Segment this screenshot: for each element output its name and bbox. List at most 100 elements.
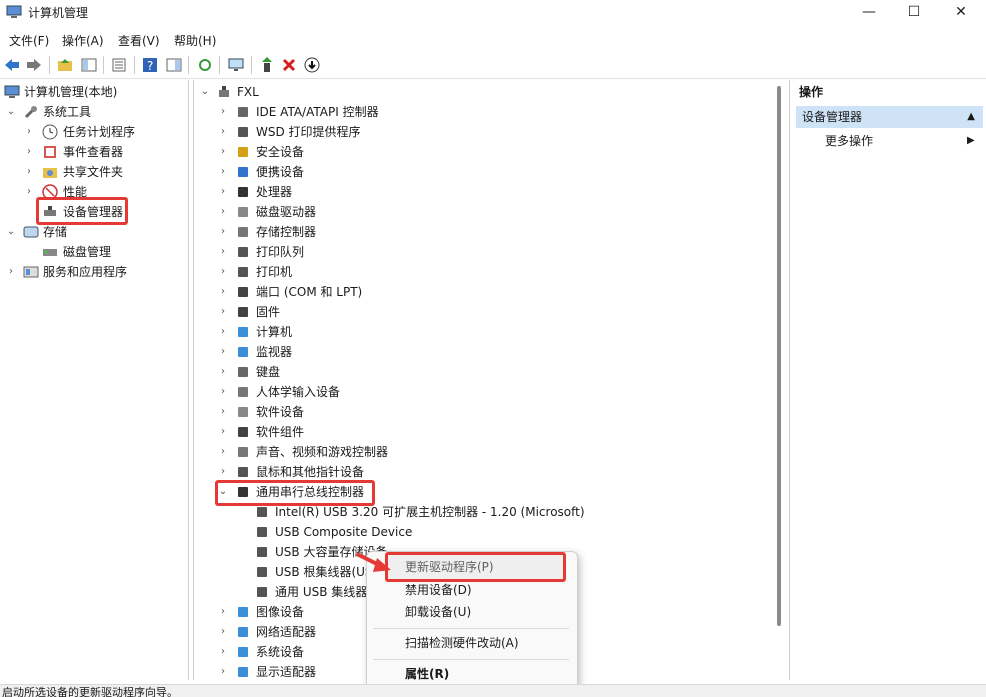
chevron-right-icon[interactable]: ›	[218, 622, 228, 642]
menu-view[interactable]: 查看(V)	[118, 32, 160, 49]
tree-item-device-category[interactable]: › IDE ATA/ATAPI 控制器	[194, 102, 774, 122]
chevron-down-icon[interactable]: ⌄	[6, 222, 16, 242]
tree-item-usb-controllers[interactable]: ⌄ 通用串行总线控制器	[194, 482, 774, 502]
tree-label: 安全设备	[256, 145, 305, 159]
show-hide-tree-icon[interactable]	[80, 56, 98, 74]
tree-item-device-category[interactable]: › 打印队列	[194, 242, 774, 262]
tree-item-device-category[interactable]: › 监视器	[194, 342, 774, 362]
chevron-right-icon[interactable]: ›	[24, 142, 34, 162]
tree-item-event-viewer[interactable]: › 事件查看器	[0, 142, 188, 162]
chevron-right-icon[interactable]: ›	[218, 662, 228, 682]
collapse-up-icon[interactable]: ▲	[967, 106, 975, 128]
chevron-right-icon[interactable]: ›	[218, 242, 228, 262]
tree-item-task-scheduler[interactable]: › 任务计划程序	[0, 122, 188, 142]
tree-item-device-category[interactable]: › 软件组件	[194, 422, 774, 442]
chevron-right-icon[interactable]: ›	[24, 162, 34, 182]
tree-item-device-category[interactable]: › 键盘	[194, 362, 774, 382]
tree-item-device-category[interactable]: › 软件设备	[194, 402, 774, 422]
tree-item-usb-device[interactable]: Intel(R) USB 3.20 可扩展主机控制器 - 1.20 (Micro…	[194, 502, 774, 522]
more-actions[interactable]: 更多操作	[825, 131, 975, 151]
show-hide-action-pane-icon[interactable]	[165, 56, 183, 74]
menu-properties[interactable]: 属性(R)	[405, 664, 449, 684]
chevron-right-icon[interactable]: ›	[218, 122, 228, 142]
chevron-right-icon[interactable]: ›	[6, 262, 16, 282]
shared-folder-icon	[42, 164, 58, 180]
tree-item-device-category[interactable]: › 安全设备	[194, 142, 774, 162]
close-button[interactable]: ✕	[938, 0, 984, 26]
chevron-right-icon[interactable]: ›	[218, 462, 228, 482]
up-folder-icon[interactable]	[56, 56, 74, 74]
toolbar-divider	[188, 56, 189, 74]
chevron-right-icon[interactable]: ›	[218, 162, 228, 182]
maximize-button[interactable]: ☐	[891, 0, 937, 26]
chevron-right-icon[interactable]: ›	[218, 302, 228, 322]
tree-label: 系统设备	[256, 645, 305, 659]
chevron-right-icon[interactable]: ›	[218, 262, 228, 282]
tree-label: 打印队列	[256, 245, 305, 259]
minimize-button[interactable]: —	[846, 0, 892, 26]
chevron-right-icon[interactable]: ›	[218, 182, 228, 202]
tree-item-device-category[interactable]: › 便携设备	[194, 162, 774, 182]
chevron-down-icon[interactable]: ⌄	[218, 482, 228, 502]
chevron-right-icon[interactable]: ›	[218, 642, 228, 662]
enable-device-icon[interactable]	[303, 56, 321, 74]
update-driver-icon[interactable]	[258, 56, 276, 74]
tree-item-fxl[interactable]: ⌄ FXL	[194, 82, 774, 102]
chevron-right-icon[interactable]: ›	[24, 182, 34, 202]
forward-icon[interactable]	[25, 56, 43, 74]
tree-item-device-category[interactable]: › WSD 打印提供程序	[194, 122, 774, 142]
scan-hardware-icon[interactable]	[227, 56, 245, 74]
tree-item-disk-management[interactable]: 磁盘管理	[0, 242, 188, 262]
chevron-right-icon[interactable]: ›	[218, 322, 228, 342]
chevron-right-icon[interactable]: ›	[218, 382, 228, 402]
menu-uninstall-device[interactable]: 卸载设备(U)	[405, 602, 471, 622]
tree-item-usb-device[interactable]: USB Composite Device	[194, 522, 774, 542]
chevron-right-icon[interactable]: ›	[218, 222, 228, 242]
chevron-right-icon[interactable]: ›	[218, 362, 228, 382]
menu-action[interactable]: 操作(A)	[62, 32, 104, 49]
tree-item-device-category[interactable]: › 存储控制器	[194, 222, 774, 242]
chevron-right-icon[interactable]: ›	[218, 402, 228, 422]
properties-icon[interactable]	[110, 56, 128, 74]
tree-item-device-category[interactable]: › 端口 (COM 和 LPT)	[194, 282, 774, 302]
tree-label: IDE ATA/ATAPI 控制器	[256, 105, 379, 119]
tree-item-device-category[interactable]: › 人体学输入设备	[194, 382, 774, 402]
menu-scan-hardware[interactable]: 扫描检测硬件改动(A)	[405, 633, 519, 653]
chevron-right-icon[interactable]: ›	[218, 422, 228, 442]
tree-item-system-tools[interactable]: ⌄ 系统工具	[0, 102, 188, 122]
chevron-right-icon[interactable]: ›	[218, 102, 228, 122]
chevron-down-icon[interactable]: ⌄	[200, 82, 210, 102]
tree-item-shared-folders[interactable]: › 共享文件夹	[0, 162, 188, 182]
tree-item-services-apps[interactable]: › 服务和应用程序	[0, 262, 188, 282]
chevron-right-icon[interactable]: ›	[218, 282, 228, 302]
status-text: 启动所选设备的更新驱动程序向导。	[2, 686, 178, 697]
tree-item-device-category[interactable]: › 打印机	[194, 262, 774, 282]
tree-item-device-category[interactable]: › 计算机	[194, 322, 774, 342]
tree-item-device-category[interactable]: › 鼠标和其他指针设备	[194, 462, 774, 482]
back-icon[interactable]	[3, 56, 21, 74]
tree-item-storage[interactable]: ⌄ 存储	[0, 222, 188, 242]
chevron-right-icon[interactable]: ›	[218, 602, 228, 622]
menu-help[interactable]: 帮助(H)	[174, 32, 216, 49]
tree-label: 磁盘驱动器	[256, 205, 317, 219]
actions-section-device-manager[interactable]: 设备管理器 ▲	[796, 106, 983, 128]
tree-item-device-category[interactable]: › 磁盘驱动器	[194, 202, 774, 222]
tree-label: 键盘	[256, 365, 281, 379]
refresh-icon[interactable]	[196, 56, 214, 74]
tree-item-computer-management[interactable]: 计算机管理(本地)	[0, 82, 188, 102]
menu-file[interactable]: 文件(F)	[9, 32, 49, 49]
menu-disable-device[interactable]: 禁用设备(D)	[405, 580, 472, 600]
tree-item-device-category[interactable]: › 固件	[194, 302, 774, 322]
chevron-down-icon[interactable]: ⌄	[6, 102, 16, 122]
chevron-right-icon[interactable]: ›	[218, 142, 228, 162]
chevron-right-icon[interactable]: ›	[218, 442, 228, 462]
menu-bar: 文件(F) 操作(A) 查看(V) 帮助(H)	[0, 30, 986, 50]
chevron-right-icon[interactable]: ›	[24, 122, 34, 142]
tree-item-device-category[interactable]: › 声音、视频和游戏控制器	[194, 442, 774, 462]
chevron-right-icon[interactable]: ›	[218, 342, 228, 362]
tree-item-device-category[interactable]: › 处理器	[194, 182, 774, 202]
help-icon[interactable]: ?	[141, 56, 159, 74]
chevron-right-icon[interactable]: ›	[218, 202, 228, 222]
uninstall-icon[interactable]	[280, 56, 298, 74]
vertical-scrollbar[interactable]	[777, 86, 781, 626]
